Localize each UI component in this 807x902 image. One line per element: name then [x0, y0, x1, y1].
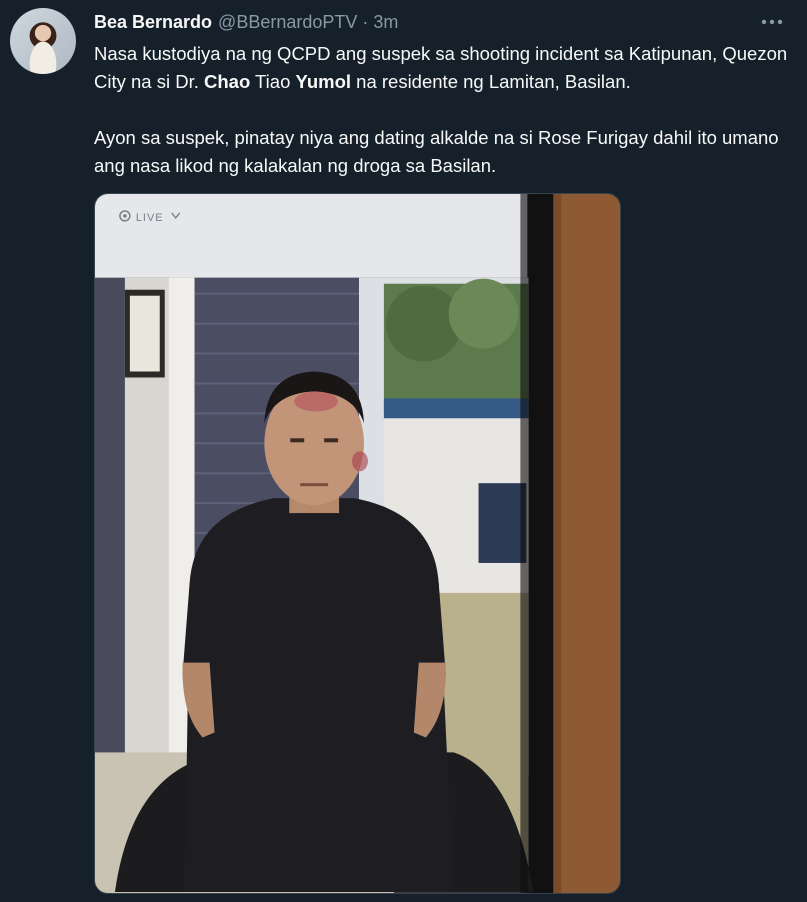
tweet-paragraph-2: Ayon sa suspek, pinatay niya ang dating …: [94, 127, 779, 176]
separator-dot: ·: [362, 11, 369, 32]
live-label: LIVE: [136, 212, 164, 224]
photo-illustration: LIVE: [95, 194, 620, 893]
more-horizontal-icon: [761, 19, 783, 25]
tweet-text: Nasa kustodiya na ng QCPD ang suspek sa …: [94, 40, 794, 180]
tweet-timestamp[interactable]: 3m: [373, 12, 398, 33]
avatar[interactable]: [10, 8, 76, 74]
author-display-name[interactable]: Bea Bernardo: [94, 12, 212, 33]
tweet-header: Bea Bernardo @BBernardoPTV · 3m: [94, 10, 787, 34]
tweet-text-bold-yumol: Yumol: [295, 71, 352, 92]
author-handle[interactable]: @BBernardoPTV: [218, 12, 357, 33]
more-options-button[interactable]: [757, 10, 787, 34]
tweet-media-photo[interactable]: LIVE: [94, 193, 621, 894]
tweet: Bea Bernardo @BBernardoPTV · 3m Nasa kus…: [0, 0, 807, 902]
tweet-text-segment: na residente ng Lamitan, Basilan.: [351, 71, 631, 92]
tweet-text-segment: Tiao: [250, 71, 296, 92]
tweet-text-bold-chao: Chao: [204, 71, 251, 92]
tweet-paragraph-1: Nasa kustodiya na ng QCPD ang suspek sa …: [94, 40, 794, 96]
